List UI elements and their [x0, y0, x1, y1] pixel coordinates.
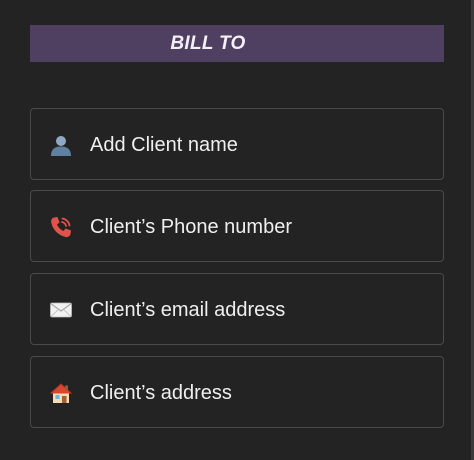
- client-email-placeholder: Client’s email address: [90, 299, 286, 321]
- client-address-field[interactable]: Client’s address: [30, 356, 444, 428]
- client-name-field[interactable]: Add Client name: [30, 108, 444, 180]
- envelope-icon: [49, 298, 73, 322]
- client-email-field[interactable]: Client’s email address: [30, 273, 444, 345]
- bill-to-header: BILL TO: [30, 25, 444, 62]
- client-phone-placeholder: Client’s Phone number: [90, 216, 292, 238]
- house-icon: [49, 381, 73, 405]
- phone-icon: [49, 215, 73, 239]
- section-title: BILL TO: [170, 33, 246, 54]
- client-phone-field[interactable]: Client’s Phone number: [30, 190, 444, 262]
- person-icon: [49, 133, 73, 157]
- client-name-placeholder: Add Client name: [90, 134, 238, 156]
- client-address-placeholder: Client’s address: [90, 382, 232, 404]
